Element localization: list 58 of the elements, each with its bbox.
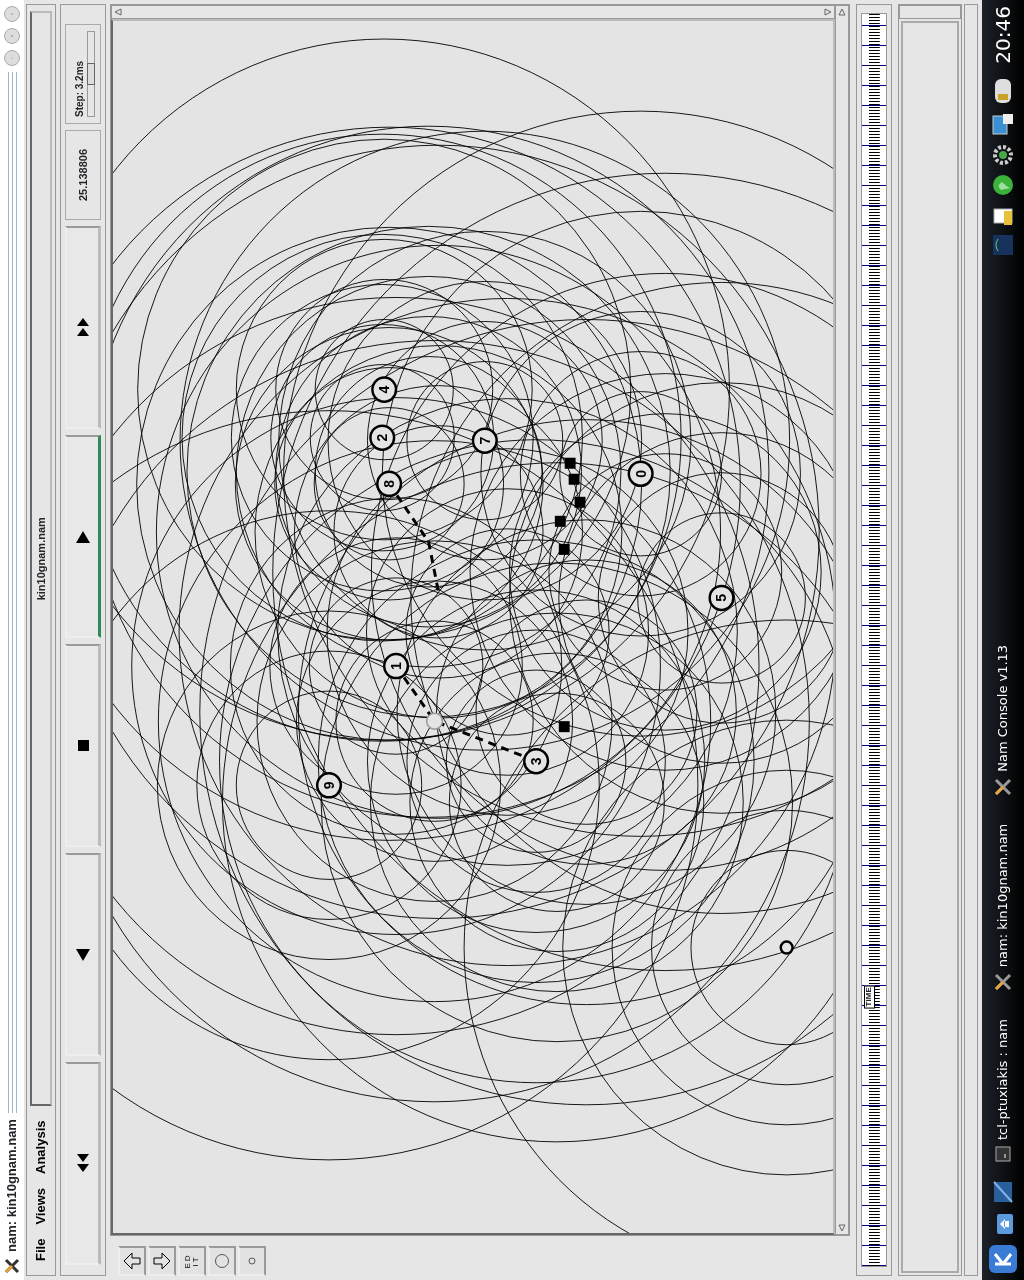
node [425,712,444,730]
large-node-button[interactable] [208,1246,236,1276]
window-title: nam: kin10gnam.nam [3,1119,21,1252]
step-slider-track[interactable] [86,31,95,117]
edit-button[interactable]: EDIT [178,1246,206,1276]
packet [574,496,586,508]
k-menu-icon[interactable] [988,1244,1018,1274]
globe-icon[interactable] [992,173,1014,196]
fast-forward-button[interactable] [65,226,101,429]
node: 3 [523,747,550,775]
app-icon [994,777,1012,796]
node: 9 [315,772,343,799]
small-node-button[interactable] [238,1246,266,1276]
clock: 20:46 [990,6,1016,64]
trace-name-label: kin10gnam.nam [30,11,52,1107]
taskbar-task[interactable]: tcl-ptuxiakis : nam [993,1009,1013,1172]
packet [558,543,570,555]
circle-icon [248,1257,256,1265]
zoom-in-button[interactable] [118,1246,146,1276]
maximize-button[interactable] [4,28,20,44]
packet [554,515,566,527]
node: 4 [371,376,398,403]
menu-item[interactable]: Analysis [31,1120,51,1174]
zoom-out-button[interactable] [148,1246,176,1276]
app-icon [994,973,1012,992]
node: 8 [376,470,403,497]
play-button[interactable] [65,435,101,638]
stop-button[interactable] [65,644,101,847]
rewind-button[interactable] [65,1062,101,1265]
menu-item[interactable]: File [31,1238,51,1261]
circle-icon [214,1253,230,1269]
node: 1 [383,652,410,680]
minimize-button[interactable] [4,50,20,66]
node [779,940,794,955]
terminal-icon [995,1146,1011,1162]
node: 7 [471,427,498,454]
close-button[interactable] [4,6,20,22]
packet [558,721,570,733]
time-display: 25.138806 [65,130,101,220]
node: 2 [369,424,396,451]
node: 5 [708,584,735,612]
step-slider-thumb[interactable] [86,63,95,85]
time-slider-thumb[interactable]: TIME [864,985,875,1009]
taskbar-task[interactable]: Nam Console v1.13 [993,634,1013,806]
time-ruler[interactable]: TIME [861,13,887,1267]
packet [564,457,576,469]
gear-icon[interactable] [992,143,1014,166]
monitor-icon[interactable] [991,111,1015,136]
packet [568,473,580,485]
desktop-icon[interactable] [991,1180,1015,1204]
taskbar-task[interactable]: nam: kin10gnam.nam [993,813,1013,1002]
disk-drive-icon[interactable] [992,77,1014,104]
play-backward-button[interactable] [65,853,101,1056]
step-label: Step: 3.2ms [72,59,86,117]
window-icon[interactable] [992,233,1014,256]
node: 0 [627,460,654,487]
app-icon [4,1258,20,1274]
menu-item[interactable]: Views [31,1187,51,1225]
